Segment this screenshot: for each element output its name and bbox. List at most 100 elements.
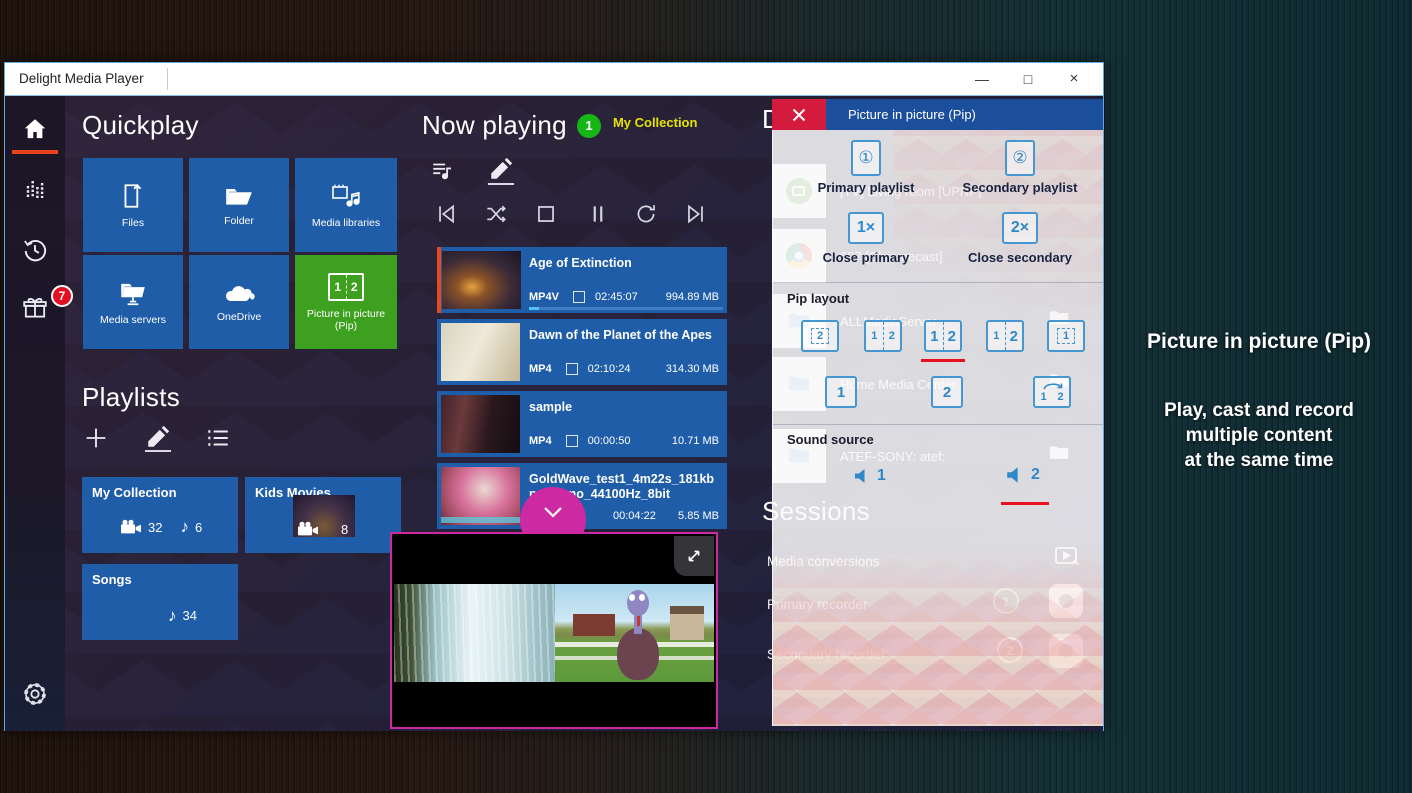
swap-1-2-button[interactable]: 1 2 xyxy=(1033,376,1071,408)
minimize-button[interactable]: — xyxy=(959,63,1005,95)
app-window: Delight Media Player — □ × xyxy=(4,62,1104,731)
pip-layout-option-2[interactable]: 1 2 xyxy=(864,320,902,352)
previous-button[interactable] xyxy=(433,201,459,227)
pencil-underline xyxy=(145,450,171,452)
close-primary-glyph: 1× xyxy=(857,219,875,237)
gear-icon xyxy=(21,680,49,708)
repeat-button[interactable] xyxy=(633,201,659,227)
tile-label: Folder xyxy=(220,215,258,227)
media-size: 10.71 MB xyxy=(672,435,719,447)
pip-1-2-icon: 1 2 xyxy=(328,273,364,301)
window-title: Delight Media Player xyxy=(19,63,144,95)
promo-line-1: Play, cast and record xyxy=(1106,398,1412,423)
playlist-name: Songs xyxy=(92,572,132,587)
show-secondary-only-button[interactable]: 2 xyxy=(931,376,963,408)
playlist-tile-songs[interactable]: Songs ♪ 34 xyxy=(82,564,238,640)
panel-close-button[interactable] xyxy=(772,99,826,130)
playlist-name: My Collection xyxy=(92,485,177,500)
promo-subtitle: Play, cast and record multiple content a… xyxy=(1106,398,1412,473)
pause-button[interactable] xyxy=(585,201,611,227)
sound-source-2-button[interactable]: 2 xyxy=(1005,464,1040,486)
now-playing-heading: Now playing xyxy=(422,110,567,140)
layout-glyph: 2 xyxy=(1005,322,1023,350)
next-button[interactable] xyxy=(683,201,709,227)
layout-glyph: 2 xyxy=(811,328,829,344)
music-note-icon: ♪ xyxy=(180,520,189,534)
media-checkbox[interactable] xyxy=(566,435,578,447)
expand-icon xyxy=(683,545,705,567)
close-primary-icon[interactable]: 1× xyxy=(848,212,884,244)
sidebar-item-history[interactable] xyxy=(5,228,65,272)
tile-label: Picture in picture (Pip) xyxy=(295,308,397,332)
pip-video-preview[interactable] xyxy=(390,532,718,729)
media-format: MP4 xyxy=(529,435,552,447)
progress-track xyxy=(529,307,723,310)
pip-layout-option-3-selected[interactable]: 1 2 xyxy=(924,320,962,352)
maximize-button[interactable]: □ xyxy=(1005,63,1051,95)
primary-playlist-icon[interactable]: ① xyxy=(851,140,881,176)
show-primary-only-button[interactable]: 1 xyxy=(825,376,857,408)
sidebar-item-equalizer[interactable] xyxy=(5,168,65,212)
secondary-playlist-icon[interactable]: ② xyxy=(1005,140,1035,176)
sound-source-1-number: 1 xyxy=(877,467,886,485)
playlist-tile-kids-movies[interactable]: Kids Movies 8 xyxy=(245,477,401,553)
progress-fill xyxy=(529,307,539,310)
sidebar-item-settings[interactable] xyxy=(5,672,65,716)
edit-queue-button[interactable] xyxy=(488,156,514,182)
promo-line-2: multiple content xyxy=(1106,423,1412,448)
quickplay-tile-folder[interactable]: Folder xyxy=(189,158,289,252)
media-size: 5.85 MB xyxy=(678,510,719,522)
quickplay-tile-pip[interactable]: 1 2 Picture in picture (Pip) xyxy=(295,255,397,349)
layout-glyph: 2 xyxy=(943,322,961,350)
quickplay-tile-media-servers[interactable]: Media servers xyxy=(83,255,183,349)
quickplay-tile-onedrive[interactable]: OneDrive xyxy=(189,255,289,349)
media-format: MP4 xyxy=(529,363,552,375)
sidebar-item-home[interactable] xyxy=(5,107,65,151)
queue-button[interactable] xyxy=(430,158,456,184)
media-checkbox[interactable] xyxy=(573,291,585,303)
playlist-tile-my-collection[interactable]: My Collection 32 ♪ 6 xyxy=(82,477,238,553)
media-checkbox[interactable] xyxy=(566,363,578,375)
close-secondary-icon[interactable]: 2× xyxy=(1002,212,1038,244)
shuffle-icon xyxy=(483,201,509,227)
close-button[interactable]: × xyxy=(1051,63,1097,95)
panel-mosaic-bottom xyxy=(773,548,1103,726)
playlist-list-button[interactable] xyxy=(205,426,231,450)
media-format: MP4V xyxy=(529,291,559,303)
pip-layout-option-4[interactable]: 1 2 xyxy=(986,320,1024,352)
panel-title: Picture in picture (Pip) xyxy=(826,99,1103,130)
secondary-playlist-label[interactable]: Secondary playlist xyxy=(950,180,1090,195)
add-playlist-button[interactable] xyxy=(82,424,110,452)
sidebar-item-gifts[interactable]: 7 xyxy=(5,286,65,330)
media-item-sample[interactable]: sample MP4 00:00:50 10.71 MB xyxy=(437,391,727,457)
media-item-dawn-of-the-planet[interactable]: Dawn of the Planet of the Apes MP4 02:10… xyxy=(437,319,727,385)
close-primary-label[interactable]: Close primary xyxy=(796,250,936,265)
title-bar: Delight Media Player — □ × xyxy=(5,63,1103,96)
media-item-age-of-extinction[interactable]: Age of Extinction MP4V 02:45:07 994.89 M… xyxy=(437,247,727,313)
media-thumbnail xyxy=(442,251,521,309)
media-size: 314.30 MB xyxy=(666,363,719,375)
expand-preview-button[interactable] xyxy=(674,536,714,576)
stop-button[interactable] xyxy=(533,201,559,227)
quickplay-heading: Quickplay xyxy=(82,110,199,141)
media-title: Age of Extinction xyxy=(529,256,719,271)
close-secondary-label[interactable]: Close secondary xyxy=(950,250,1090,265)
close-secondary-glyph: 2× xyxy=(1011,219,1029,237)
sidebar: 7 xyxy=(5,96,65,731)
quickplay-tile-files[interactable]: Files xyxy=(83,158,183,252)
sound-source-1-button[interactable]: 1 xyxy=(853,466,886,486)
shuffle-button[interactable] xyxy=(483,201,509,227)
layout-glyph: 2 xyxy=(883,322,901,350)
pip-layout-option-1[interactable]: 2 xyxy=(801,320,839,352)
primary-playlist-label[interactable]: Primary playlist xyxy=(796,180,936,195)
secondary-video-frame xyxy=(555,584,714,682)
active-playlist-name[interactable]: My Collection xyxy=(613,115,698,130)
edit-playlist-button[interactable] xyxy=(145,424,171,450)
video-camera-icon xyxy=(120,519,142,535)
pencil-icon xyxy=(145,424,171,450)
selected-sound-source-indicator xyxy=(1001,502,1049,505)
quickplay-tile-media-libraries[interactable]: Media libraries xyxy=(295,158,397,252)
panel-divider xyxy=(773,424,1103,425)
pip-layout-option-5[interactable]: 1 xyxy=(1047,320,1085,352)
history-icon xyxy=(21,236,49,264)
